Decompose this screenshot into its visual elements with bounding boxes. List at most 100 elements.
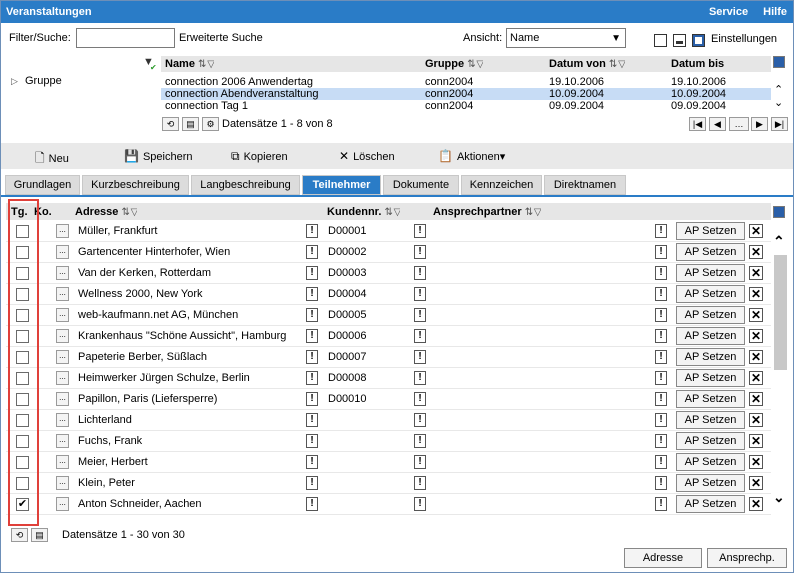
- participant-row[interactable]: ... Lichterland!!! AP Setzen ✕: [6, 410, 771, 431]
- tab-langbeschreibung[interactable]: Langbeschreibung: [191, 175, 300, 195]
- column-config-icon[interactable]: [773, 206, 785, 218]
- scroll-up-icon[interactable]: ⌃: [774, 83, 783, 96]
- address-info-icon[interactable]: !: [306, 476, 318, 490]
- settings-gear-icon[interactable]: ⚙: [202, 117, 219, 131]
- scroll-down-icon[interactable]: ⌄: [773, 489, 785, 506]
- contact-options-button[interactable]: ...: [56, 413, 69, 427]
- col-date-from[interactable]: Datum von: [549, 58, 606, 70]
- participant-row[interactable]: ... web-kaufmann.net AG, München!!! D00005…: [6, 305, 771, 326]
- sort-filter-icon[interactable]: ⇅ ▽: [121, 207, 137, 218]
- remove-icon[interactable]: ✕: [749, 329, 763, 343]
- address-info-icon[interactable]: !: [306, 350, 318, 364]
- participant-row[interactable]: ... Müller, Frankfurt!!! D00001 AP Setzen ✕: [6, 221, 771, 242]
- ap-setzen-button[interactable]: AP Setzen: [676, 222, 745, 240]
- ap-setzen-button[interactable]: AP Setzen: [676, 285, 745, 303]
- remove-icon[interactable]: ✕: [749, 413, 763, 427]
- tab-grundlagen[interactable]: Grundlagen: [5, 175, 80, 195]
- contact-options-button[interactable]: ...: [56, 371, 69, 385]
- remove-icon[interactable]: ✕: [749, 287, 763, 301]
- contact-info-icon[interactable]: !: [655, 497, 667, 511]
- remove-icon[interactable]: ✕: [749, 266, 763, 280]
- customer-info-icon[interactable]: !: [414, 392, 426, 406]
- customer-info-icon[interactable]: !: [414, 224, 426, 238]
- contact-info-icon[interactable]: !: [655, 413, 667, 427]
- address-info-icon[interactable]: !: [306, 224, 318, 238]
- contact-options-button[interactable]: ...: [56, 224, 69, 238]
- remove-icon[interactable]: ✕: [749, 434, 763, 448]
- remove-icon[interactable]: ✕: [749, 245, 763, 259]
- contact-info-icon[interactable]: !: [655, 308, 667, 322]
- contact-info-icon[interactable]: !: [655, 224, 667, 238]
- last-page-icon[interactable]: ▶|: [771, 117, 788, 131]
- address-info-icon[interactable]: !: [306, 434, 318, 448]
- column-config-icon[interactable]: [773, 56, 785, 68]
- address-info-icon[interactable]: !: [306, 497, 318, 511]
- address-info-icon[interactable]: !: [306, 392, 318, 406]
- participant-row[interactable]: ... Van der Kerken, Rotterdam!!! D00003 AP …: [6, 263, 771, 284]
- remove-icon[interactable]: ✕: [749, 392, 763, 406]
- help-link[interactable]: Hilfe: [763, 6, 787, 18]
- delete-button[interactable]: ✕ Löschen: [339, 149, 395, 163]
- customer-info-icon[interactable]: !: [414, 455, 426, 469]
- prev-page-icon[interactable]: ◀: [709, 117, 726, 131]
- contact-options-button[interactable]: ...: [56, 350, 69, 364]
- contact-options-button[interactable]: ...: [56, 287, 69, 301]
- copy-button[interactable]: ⧉ Kopieren: [231, 149, 288, 164]
- customer-info-icon[interactable]: !: [414, 308, 426, 322]
- col-contact[interactable]: Ansprechpartner: [433, 206, 522, 218]
- tab-direktnamen[interactable]: Direktnamen: [544, 175, 626, 195]
- contact-options-button[interactable]: ...: [56, 455, 69, 469]
- extended-search-link[interactable]: Erweiterte Suche: [179, 32, 263, 44]
- participant-row[interactable]: ... Papillon, Paris (Liefersperre)!!! D000…: [6, 389, 771, 410]
- view-detail-icon[interactable]: [692, 34, 705, 47]
- contact-info-icon[interactable]: !: [655, 476, 667, 490]
- tab-kurzbeschreibung[interactable]: Kurzbeschreibung: [82, 175, 189, 195]
- contact-options-button[interactable]: ...: [56, 266, 69, 280]
- contact-info-icon[interactable]: !: [655, 287, 667, 301]
- sort-filter-icon[interactable]: ⇅ ▽: [467, 59, 483, 70]
- customer-info-icon[interactable]: !: [414, 434, 426, 448]
- refresh-icon[interactable]: ⟲: [11, 528, 28, 542]
- customer-info-icon[interactable]: !: [414, 497, 426, 511]
- tree-expand-icon[interactable]: ▷: [11, 76, 18, 87]
- address-info-icon[interactable]: !: [306, 245, 318, 259]
- event-row[interactable]: connection 2006 Anwendertag conn2004 19.10…: [161, 76, 771, 88]
- sort-filter-icon[interactable]: ⇅ ▽: [384, 207, 400, 218]
- event-row[interactable]: connection Abendveranstaltung conn2004 10.…: [161, 88, 771, 100]
- sort-filter-icon[interactable]: ⇅ ▽: [525, 207, 541, 218]
- scroll-up-icon[interactable]: ⌃: [773, 233, 785, 250]
- save-button[interactable]: 💾 Speichern: [124, 149, 193, 163]
- contact-info-icon[interactable]: !: [655, 371, 667, 385]
- participant-row[interactable]: ... Papeterie Berber, Süßlach!!! D00007 AP …: [6, 347, 771, 368]
- remove-icon[interactable]: ✕: [749, 308, 763, 322]
- customer-info-icon[interactable]: !: [414, 371, 426, 385]
- contact-options-button[interactable]: ...: [56, 245, 69, 259]
- sort-filter-icon[interactable]: ⇅ ▽: [198, 59, 214, 70]
- tab-dokumente[interactable]: Dokumente: [383, 175, 459, 195]
- tab-teilnehmer[interactable]: Teilnehmer: [302, 175, 381, 195]
- customer-info-icon[interactable]: !: [414, 329, 426, 343]
- ap-setzen-button[interactable]: AP Setzen: [676, 411, 745, 429]
- filter-input[interactable]: [76, 28, 175, 48]
- print-icon[interactable]: ▤: [182, 117, 199, 131]
- participant-row[interactable]: ... Gartencenter Hinterhofer, Wien!!! D000…: [6, 242, 771, 263]
- participant-row[interactable]: ... Heimwerker Jürgen Schulze, Berlin!!! D…: [6, 368, 771, 389]
- participant-row[interactable]: ✔... Anton Schneider, Aachen!!! AP Setzen ✕: [6, 494, 771, 515]
- contact-info-icon[interactable]: !: [655, 266, 667, 280]
- contact-options-button[interactable]: ...: [56, 308, 69, 322]
- ap-setzen-button[interactable]: AP Setzen: [676, 474, 745, 492]
- col-group[interactable]: Gruppe: [425, 58, 464, 70]
- service-link[interactable]: Service: [709, 6, 748, 18]
- contact-info-icon[interactable]: !: [655, 392, 667, 406]
- col-customer-no[interactable]: Kundennr.: [327, 206, 381, 218]
- print-icon[interactable]: ▤: [31, 528, 48, 542]
- remove-icon[interactable]: ✕: [749, 350, 763, 364]
- contact-options-button[interactable]: ...: [56, 434, 69, 448]
- contact-info-icon[interactable]: !: [655, 245, 667, 259]
- view-split-icon[interactable]: [673, 34, 686, 47]
- contact-options-button[interactable]: ...: [56, 497, 69, 511]
- customer-info-icon[interactable]: !: [414, 266, 426, 280]
- customer-info-icon[interactable]: !: [414, 476, 426, 490]
- address-info-icon[interactable]: !: [306, 455, 318, 469]
- page-more-icon[interactable]: …: [729, 117, 749, 131]
